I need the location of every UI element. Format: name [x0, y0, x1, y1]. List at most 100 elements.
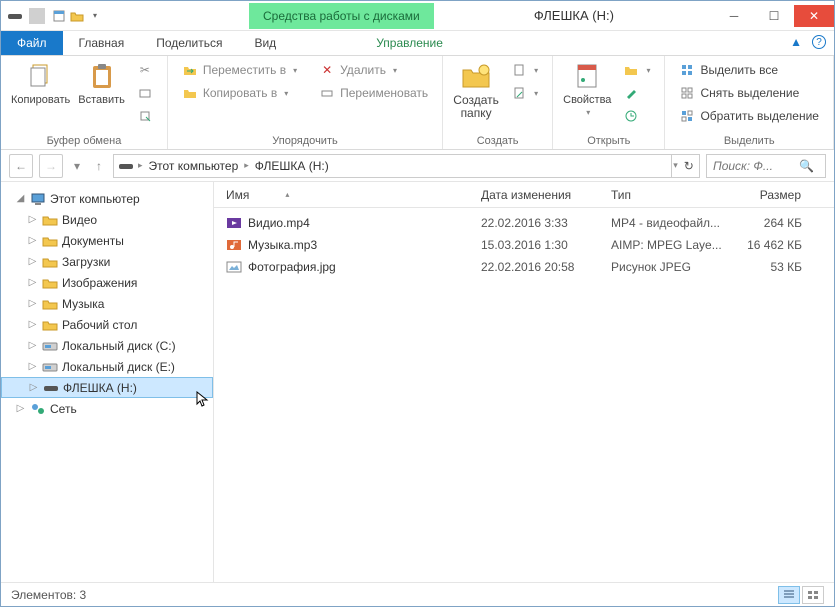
- column-type[interactable]: Тип: [599, 188, 734, 202]
- tree-this-pc[interactable]: ◢ Этот компьютер: [1, 188, 213, 209]
- column-name[interactable]: Имя▴: [214, 188, 469, 202]
- tree-item[interactable]: ▷Документы: [1, 230, 213, 251]
- forward-button[interactable]: →: [39, 154, 63, 178]
- maximize-button[interactable]: ☐: [754, 5, 794, 27]
- audio-icon: [226, 237, 242, 253]
- file-row[interactable]: Видио.mp422.02.2016 3:33MP4 - видеофайл.…: [214, 212, 834, 234]
- file-type: Рисунок JPEG: [599, 260, 734, 274]
- context-tab-disk-tools[interactable]: Средства работы с дисками: [249, 3, 434, 29]
- select-all-button[interactable]: Выделить все: [675, 60, 823, 80]
- tree-item[interactable]: ▷Видео: [1, 209, 213, 230]
- rename-button[interactable]: Переименовать: [315, 83, 432, 103]
- folder-icon: [42, 212, 58, 228]
- address-dropdown[interactable]: ▾: [673, 160, 678, 171]
- view-details-button[interactable]: [778, 586, 800, 604]
- help-icon[interactable]: ?: [812, 35, 826, 49]
- file-size: 16 462 КБ: [734, 238, 814, 252]
- breadcrumb-root[interactable]: Этот компьютер: [147, 159, 241, 173]
- tree-item[interactable]: ▷Загрузки: [1, 251, 213, 272]
- tree-item[interactable]: ▷Рабочий стол: [1, 314, 213, 335]
- invert-selection-button[interactable]: Обратить выделение: [675, 106, 823, 126]
- folder-icon: [42, 296, 58, 312]
- copy-button[interactable]: Копировать: [11, 60, 70, 106]
- new-folder-button[interactable]: Создатьпапку: [453, 60, 499, 120]
- image-icon: [226, 259, 242, 275]
- tree-item-label: Изображения: [62, 276, 137, 290]
- new-item-icon[interactable]: ▾: [507, 60, 542, 80]
- breadcrumb-current[interactable]: ФЛЕШКА (H:): [253, 159, 331, 173]
- tree-item-label: Рабочий стол: [62, 318, 137, 332]
- cut-icon[interactable]: ✂: [133, 60, 157, 80]
- tab-view[interactable]: Вид: [238, 31, 292, 55]
- properties-button[interactable]: Свойства▾: [563, 60, 611, 117]
- easy-access-icon[interactable]: ▾: [507, 83, 542, 103]
- hdd-icon: [42, 338, 58, 354]
- tab-home[interactable]: Главная: [63, 31, 141, 55]
- search-box[interactable]: 🔍: [706, 154, 826, 178]
- title-bar: ▾ Средства работы с дисками ФЛЕШКА (H:) …: [1, 1, 834, 31]
- tree-network[interactable]: ▷ Сеть: [1, 398, 213, 419]
- network-icon: [30, 401, 46, 417]
- recent-locations-button[interactable]: ▾: [69, 154, 85, 178]
- file-type: AIMP: MPEG Laye...: [599, 238, 734, 252]
- refresh-button[interactable]: ↻: [684, 159, 694, 173]
- paste-button[interactable]: Вставить: [78, 60, 125, 106]
- ribbon-group-organize: Переместить в▾ Копировать в▾ ✕Удалить▾ П…: [168, 56, 443, 149]
- separator: [29, 8, 45, 24]
- tab-share[interactable]: Поделиться: [140, 31, 238, 55]
- tree-item[interactable]: ▷Музыка: [1, 293, 213, 314]
- close-button[interactable]: ✕: [794, 5, 834, 27]
- usb-icon: [43, 380, 59, 396]
- minimize-button[interactable]: ─: [714, 5, 754, 27]
- qat-properties-icon[interactable]: [51, 8, 67, 24]
- drive-icon: [118, 161, 134, 171]
- file-row[interactable]: Фотография.jpg22.02.2016 20:58Рисунок JP…: [214, 256, 834, 278]
- status-bar: Элементов: 3: [1, 582, 834, 606]
- folder-icon: [42, 317, 58, 333]
- column-size[interactable]: Размер: [734, 188, 814, 202]
- address-bar[interactable]: ▸ Этот компьютер ▸ ФЛЕШКА (H:) ▾↻: [113, 154, 700, 178]
- search-icon[interactable]: 🔍: [799, 159, 814, 173]
- column-headers[interactable]: Имя▴ Дата изменения Тип Размер: [214, 182, 834, 208]
- ribbon-tabs: Файл Главная Поделиться Вид Управление ▲…: [1, 31, 834, 56]
- search-input[interactable]: [713, 159, 793, 173]
- edit-icon[interactable]: [619, 83, 654, 103]
- tree-item[interactable]: ▷Локальный диск (C:): [1, 335, 213, 356]
- file-row[interactable]: Музыка.mp3 15.03.2016 1:30AIMP: MPEG Laye…: [214, 234, 834, 256]
- paste-shortcut-icon[interactable]: [133, 106, 157, 126]
- delete-button[interactable]: ✕Удалить▾: [315, 60, 432, 80]
- copy-path-icon[interactable]: [133, 83, 157, 103]
- open-icon[interactable]: ▾: [619, 60, 654, 80]
- select-none-button[interactable]: Снять выделение: [675, 83, 823, 103]
- tree-item-label: ФЛЕШКА (H:): [63, 381, 137, 395]
- ribbon-collapse-icon[interactable]: ▲: [790, 35, 802, 49]
- tree-item-label: Музыка: [62, 297, 104, 311]
- hdd-icon: [42, 359, 58, 375]
- video-icon: [226, 215, 242, 231]
- file-date: 22.02.2016 3:33: [469, 216, 599, 230]
- tab-file[interactable]: Файл: [1, 31, 63, 55]
- item-count-label: Элементов:: [11, 588, 76, 602]
- tree-item[interactable]: ▷Изображения: [1, 272, 213, 293]
- ribbon: Копировать Вставить ✂ Буфер обмена Перем…: [1, 56, 834, 150]
- qat-dropdown[interactable]: ▾: [87, 8, 103, 24]
- file-date: 15.03.2016 1:30: [469, 238, 599, 252]
- back-button[interactable]: ←: [9, 154, 33, 178]
- copy-to-button[interactable]: Копировать в▾: [178, 83, 301, 103]
- column-date[interactable]: Дата изменения: [469, 188, 599, 202]
- navigation-tree[interactable]: ◢ Этот компьютер ▷Видео▷Документы▷Загруз…: [1, 182, 214, 582]
- file-size: 264 КБ: [734, 216, 814, 230]
- folder-icon: [42, 233, 58, 249]
- move-to-button[interactable]: Переместить в▾: [178, 60, 301, 80]
- history-icon[interactable]: [619, 106, 654, 126]
- up-button[interactable]: ↑: [91, 154, 107, 178]
- tree-item[interactable]: ▷Локальный диск (E:): [1, 356, 213, 377]
- qat-folder-icon[interactable]: [69, 8, 85, 24]
- tree-item[interactable]: ▷ФЛЕШКА (H:): [1, 377, 213, 398]
- tree-item-label: Локальный диск (E:): [62, 360, 175, 374]
- tree-item-label: Локальный диск (C:): [62, 339, 176, 353]
- tab-manage[interactable]: Управление: [360, 31, 459, 55]
- file-name: Музыка.mp3: [248, 238, 317, 252]
- view-icons-button[interactable]: [802, 586, 824, 604]
- ribbon-group-new: Создатьпапку ▾ ▾ Создать: [443, 56, 553, 149]
